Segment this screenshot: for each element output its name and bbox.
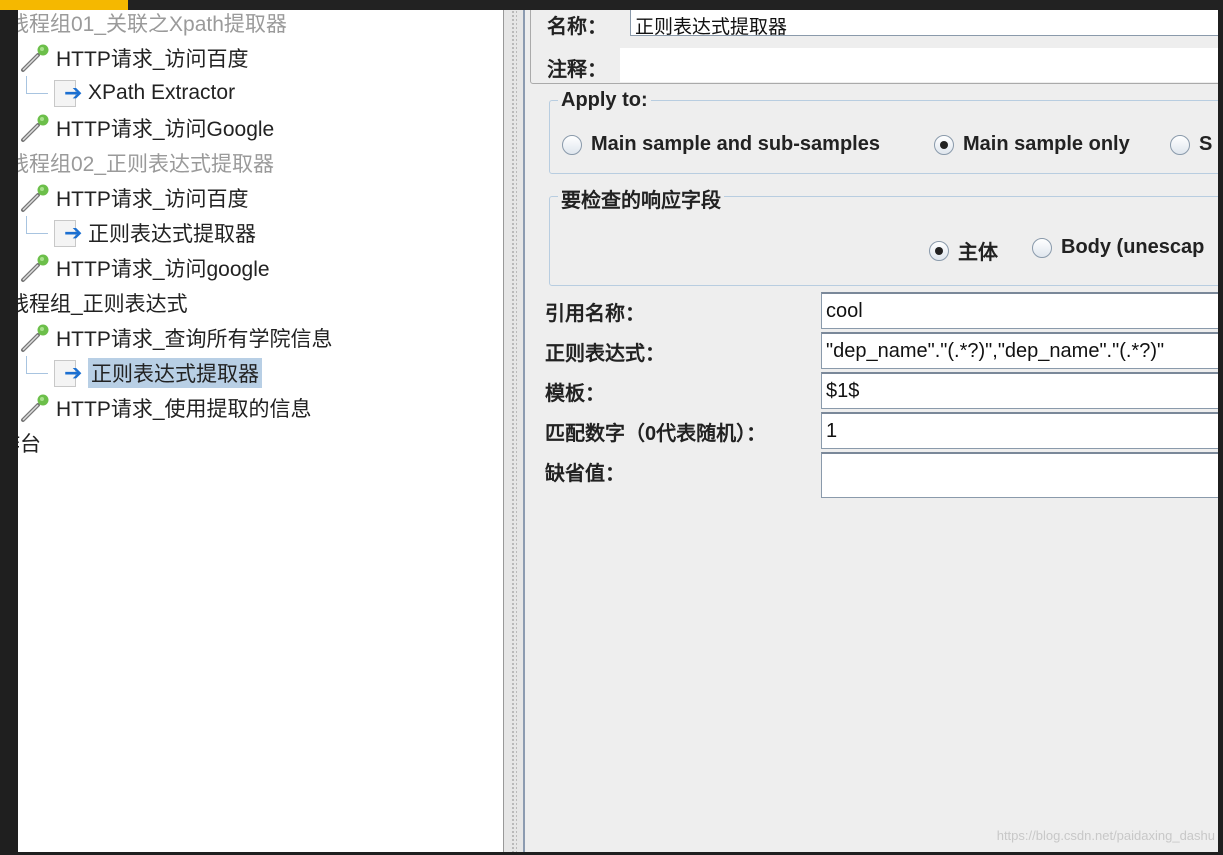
radio-icon	[1032, 237, 1052, 258]
radio-selected-icon	[934, 134, 954, 155]
watermark: https://blog.csdn.net/paidaxing_dashu	[996, 828, 1215, 843]
tree-item-http-request[interactable]: HTTP请求_访问google	[20, 251, 270, 285]
tree-item-thread-group[interactable]: 线程组02_正则表达式提取器	[18, 146, 274, 180]
tree-item-http-request[interactable]: HTTP请求_查询所有学院信息	[20, 321, 333, 355]
tree-item-http-request[interactable]: HTTP请求_访问百度	[20, 181, 249, 215]
tree-item-http-request[interactable]: HTTP请求_使用提取的信息	[20, 391, 312, 425]
field-to-check-legend: 要检查的响应字段	[558, 184, 724, 213]
window-right-edge	[1218, 10, 1223, 855]
pipette-icon	[20, 323, 50, 353]
pipette-icon	[20, 113, 50, 143]
pipette-icon	[20, 43, 50, 73]
extractor-icon: ➔	[52, 218, 82, 248]
radio-label: 主体	[958, 242, 998, 264]
tree-item-thread-group[interactable]: 线程组_正则表达式	[18, 286, 188, 320]
pipette-icon	[20, 183, 50, 213]
radio-main-and-sub[interactable]: Main sample and sub-samples	[562, 133, 880, 156]
split-pane-divider[interactable]	[503, 10, 525, 852]
regex-input[interactable]: "dep_name"."(.*?)","dep_name"."(.*?)"	[821, 332, 1218, 369]
tree-item-label: HTTP请求_访问百度	[56, 188, 249, 211]
match-number-input[interactable]: 1	[821, 412, 1218, 449]
default-value-label: 缺省值：	[545, 463, 625, 485]
radio-icon	[1170, 134, 1190, 155]
tree-item-label: HTTP请求_访问百度	[56, 48, 249, 71]
tree-item-label: HTTP请求_使用提取的信息	[56, 398, 312, 421]
refname-input[interactable]: cool	[821, 292, 1218, 329]
tree-item-label: HTTP请求_访问Google	[56, 118, 275, 141]
tree-item-label: 正则表达式提取器	[88, 358, 262, 388]
radio-label: Main sample only	[963, 133, 1130, 155]
tree-item-label: HTTP请求_访问google	[56, 258, 270, 281]
radio-label: Main sample and sub-samples	[591, 133, 880, 155]
accent-strip	[0, 0, 128, 10]
comment-input[interactable]	[620, 48, 1218, 82]
radio-label: S	[1199, 133, 1213, 155]
tree-item-label: XPath Extractor	[88, 81, 236, 104]
radio-icon	[562, 134, 582, 155]
comment-label: 注释：	[547, 59, 607, 81]
tree-item-label: 线程组01_关联之Xpath提取器	[18, 13, 287, 36]
test-plan-tree[interactable]: 线程组01_关联之Xpath提取器 HTTP请求_访问百度 ➔ XPath Extra…	[18, 10, 503, 852]
pipette-icon	[20, 253, 50, 283]
tree-item-http-request[interactable]: HTTP请求_访问Google	[20, 111, 274, 145]
radio-body-unescaped[interactable]: Body (unescap	[1032, 236, 1204, 259]
radio-selected-icon	[929, 240, 949, 261]
apply-to-legend: Apply to:	[558, 89, 651, 112]
default-value-input[interactable]	[821, 452, 1218, 498]
template-input[interactable]: $1$	[821, 372, 1218, 409]
tree-item-extractor[interactable]: ➔ XPath Extractor	[26, 76, 235, 110]
tree-item-label: 线程组_正则表达式	[18, 293, 188, 316]
window-top-bar	[0, 0, 1223, 10]
tree-connector	[26, 76, 48, 94]
radio-sub-only[interactable]: S	[1170, 133, 1212, 156]
refname-label: 引用名称：	[545, 303, 645, 325]
name-input[interactable]: 正则表达式提取器	[630, 10, 1218, 36]
extractor-icon: ➔	[52, 78, 82, 108]
tree-item-label: 正则表达式提取器	[88, 223, 256, 246]
tree-item-label: 线程组02_正则表达式提取器	[18, 153, 275, 176]
radio-label: Body (unescap	[1061, 236, 1205, 258]
tree-item-label: 工作台	[18, 433, 41, 456]
tree-item-extractor[interactable]: ➔ 正则表达式提取器	[26, 356, 262, 390]
tree-item-label: HTTP请求_查询所有学院信息	[56, 328, 333, 351]
tree-item-thread-group[interactable]: 工作台	[18, 426, 41, 460]
name-label: 名称：	[547, 16, 607, 38]
radio-main-only[interactable]: Main sample only	[934, 133, 1130, 156]
regex-extractor-panel: 名称： 正则表达式提取器 注释： Apply to: Main sample a…	[525, 10, 1218, 852]
tree-item-extractor[interactable]: ➔ 正则表达式提取器	[26, 216, 256, 250]
extractor-icon: ➔	[52, 358, 82, 388]
match-number-label: 匹配数字（0代表随机）：	[545, 423, 767, 445]
tree-connector	[26, 216, 48, 234]
template-label: 模板：	[545, 383, 605, 405]
tree-item-http-request[interactable]: HTTP请求_访问百度	[20, 41, 249, 75]
tree-connector	[26, 356, 48, 374]
radio-body[interactable]: 主体	[929, 236, 998, 265]
pipette-icon	[20, 393, 50, 423]
regex-label: 正则表达式：	[545, 343, 665, 365]
tree-item-thread-group[interactable]: 线程组01_关联之Xpath提取器	[18, 10, 287, 40]
